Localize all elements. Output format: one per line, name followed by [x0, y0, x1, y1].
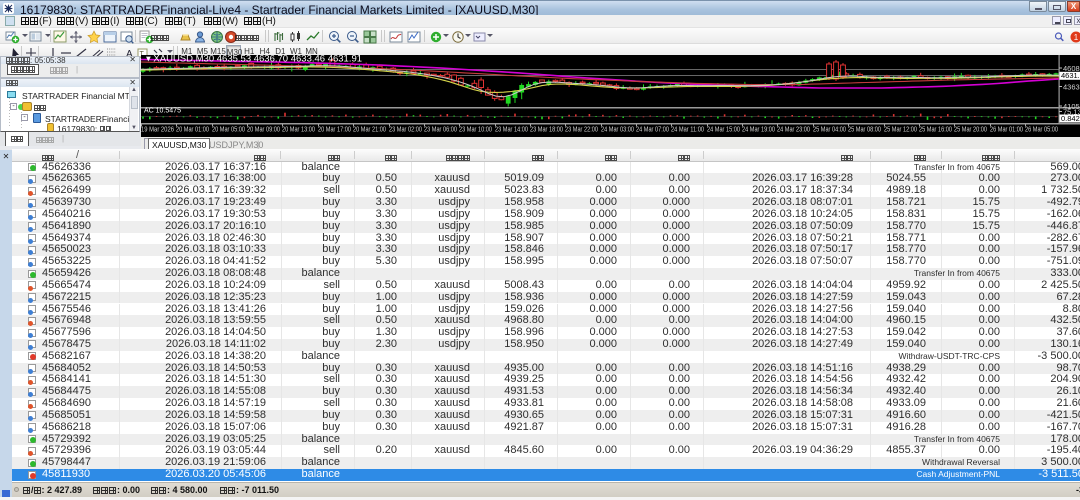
svg-text:24 Mar 03:00: 24 Mar 03:00	[601, 125, 634, 134]
svg-text:26 Mar 01:00: 26 Mar 01:00	[990, 125, 1023, 134]
svg-text:0.8421: 0.8421	[1061, 114, 1080, 123]
svg-text:23 Mar 22:00: 23 Mar 22:00	[565, 125, 598, 134]
svg-text:20 Mar 01:00: 20 Mar 01:00	[176, 125, 209, 134]
svg-text:24 Mar 11:00: 24 Mar 11:00	[671, 125, 704, 134]
svg-text:24 Mar 23:00: 24 Mar 23:00	[777, 125, 810, 134]
svg-text:23 Mar 18:00: 23 Mar 18:00	[530, 125, 563, 134]
svg-text:24 Mar 07:00: 24 Mar 07:00	[636, 125, 669, 134]
svg-text:4363.10: 4363.10	[1063, 82, 1080, 91]
svg-text:25 Mar 08:00: 25 Mar 08:00	[848, 125, 881, 134]
svg-text:23 Mar 06:00: 23 Mar 06:00	[424, 125, 457, 134]
svg-text:20 Mar 21:00: 20 Mar 21:00	[353, 125, 386, 134]
svg-text:25 Mar 16:00: 25 Mar 16:00	[919, 125, 952, 134]
svg-text:4631.92: 4631.92	[1061, 71, 1080, 80]
svg-text:23 Mar 02:00: 23 Mar 02:00	[389, 125, 422, 134]
svg-text:20 Mar 05:00: 20 Mar 05:00	[212, 125, 245, 134]
svg-text:20 Mar 17:00: 20 Mar 17:00	[318, 125, 351, 134]
svg-text:25 Mar 20:00: 25 Mar 20:00	[954, 125, 987, 134]
svg-text:▾ XAUUSD,M30 4635.53 4636.70 4: ▾ XAUUSD,M30 4635.53 4636.70 4633.46 463…	[146, 54, 362, 65]
svg-text:20 Mar 09:00: 20 Mar 09:00	[247, 125, 280, 134]
svg-text:26 Mar 05:00: 26 Mar 05:00	[1025, 125, 1058, 134]
svg-text:AC 10.5475: AC 10.5475	[144, 108, 181, 115]
svg-text:23 Mar 10:00: 23 Mar 10:00	[459, 125, 492, 134]
svg-text:25 Mar 04:00: 25 Mar 04:00	[813, 125, 846, 134]
svg-text:23 Mar 14:00: 23 Mar 14:00	[495, 125, 528, 134]
svg-text:24 Mar 19:00: 24 Mar 19:00	[742, 125, 775, 134]
svg-text:25 Mar 12:00: 25 Mar 12:00	[884, 125, 917, 134]
svg-text:24 Mar 15:00: 24 Mar 15:00	[707, 125, 740, 134]
svg-text:19 Mar 2026: 19 Mar 2026	[141, 125, 174, 134]
svg-text:20 Mar 13:00: 20 Mar 13:00	[282, 125, 315, 134]
